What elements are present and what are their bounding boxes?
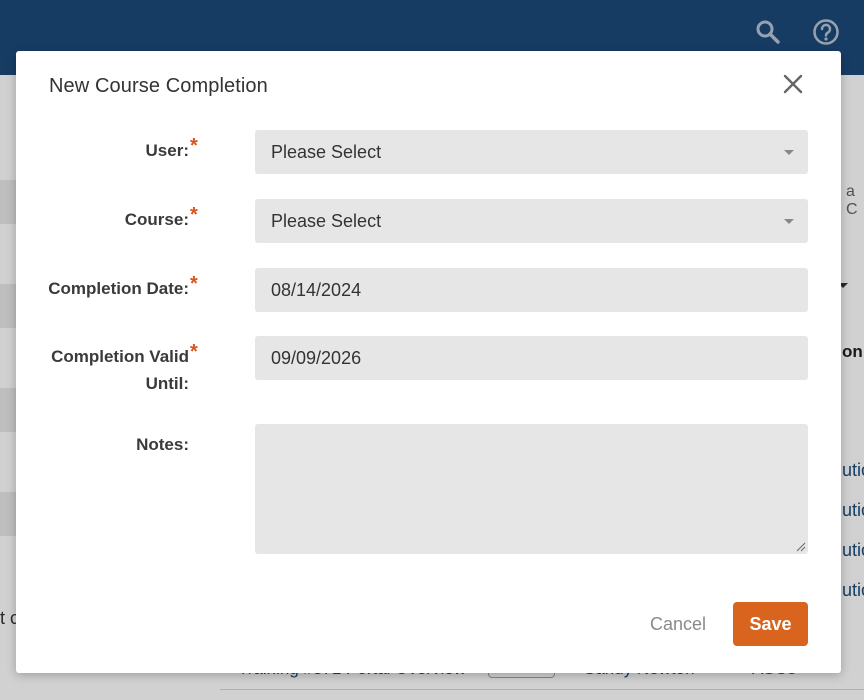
completion-date-value: 08/14/2024 — [271, 280, 362, 300]
user-select[interactable]: Please Select — [255, 130, 808, 174]
course-select[interactable]: Please Select — [255, 199, 808, 243]
completion-date-field[interactable]: 08/14/2024 — [255, 268, 808, 312]
notes-textarea[interactable] — [255, 424, 808, 554]
required-marker: * — [190, 341, 198, 363]
chevron-down-icon — [784, 150, 794, 155]
completion-valid-until-field[interactable]: 09/09/2026 — [255, 336, 808, 380]
course-label: Course: — [124, 210, 189, 229]
completion-date-label: Completion Date: — [48, 279, 189, 298]
new-course-completion-dialog: New Course Completion User: * Please Sel… — [16, 51, 841, 673]
course-select-value: Please Select — [271, 211, 382, 231]
dialog-title: New Course Completion — [49, 75, 268, 97]
required-marker: * — [190, 135, 198, 157]
user-label: User: — [145, 141, 189, 160]
notes-label: Notes: — [136, 435, 189, 454]
close-icon[interactable] — [780, 71, 806, 97]
chevron-down-icon — [784, 219, 794, 224]
completion-valid-until-label: Completion Valid Until: — [51, 343, 189, 397]
required-marker: * — [190, 204, 198, 226]
save-button[interactable]: Save — [733, 602, 808, 646]
label-line: Until: — [145, 374, 189, 393]
completion-valid-until-value: 09/09/2026 — [271, 348, 362, 368]
resize-handle-icon[interactable] — [796, 542, 806, 552]
cancel-button[interactable]: Cancel — [636, 602, 720, 646]
required-marker: * — [190, 273, 198, 295]
label-line: Completion Valid — [51, 347, 189, 366]
user-select-value: Please Select — [271, 142, 382, 162]
